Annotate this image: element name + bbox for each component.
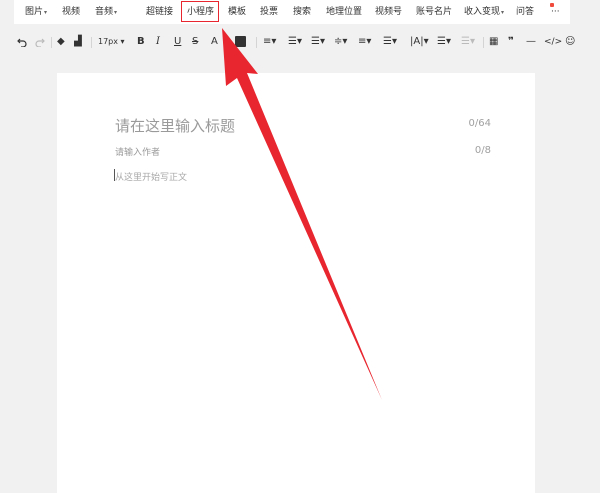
menu-item-vote[interactable]: 投票: [260, 5, 278, 19]
horizontal-rule-button[interactable]: —: [526, 35, 536, 49]
redo-icon[interactable]: [35, 37, 45, 47]
format-toolbar: ◆ ▟ 17px ▾ B I U S A ≡▾ ☰▾ ☰▾ ≑▾ ≡▾ ☰▾ |…: [0, 30, 600, 54]
eraser-icon[interactable]: ◆: [57, 35, 65, 49]
text-direction-icon[interactable]: |A|▾: [410, 35, 429, 49]
font-size-select[interactable]: 17px ▾: [98, 35, 125, 49]
quote-button[interactable]: ❞: [508, 35, 514, 49]
menu-item-channels[interactable]: 视频号: [375, 5, 402, 19]
menu-item-hyperlink[interactable]: 超链接: [146, 5, 173, 19]
menu-item-image[interactable]: 图片▾: [25, 5, 47, 19]
menu-item-qa[interactable]: 问答: [516, 5, 534, 19]
undo-icon[interactable]: [17, 37, 27, 47]
chevron-down-icon: ▾: [501, 9, 505, 16]
author-input[interactable]: 请输入作者: [115, 145, 160, 158]
toolbar-divider: [483, 37, 484, 48]
font-color-button[interactable]: A: [211, 35, 218, 49]
italic-button[interactable]: I: [156, 35, 160, 49]
list-icon[interactable]: ☰▾: [437, 35, 451, 49]
toolbar-divider: [51, 37, 52, 48]
background-color-icon[interactable]: [235, 36, 246, 47]
emoji-icon[interactable]: ☺: [565, 35, 575, 49]
title-input[interactable]: 请在这里输入标题: [115, 115, 235, 136]
menu-item-template[interactable]: 模板: [228, 5, 246, 19]
indent-icon[interactable]: ☰▾: [288, 35, 302, 49]
line-height-icon[interactable]: ≑▾: [334, 35, 347, 49]
chevron-down-icon: ▾: [44, 9, 48, 16]
bold-button[interactable]: B: [137, 35, 145, 49]
letter-spacing-icon[interactable]: ☰▾: [383, 35, 397, 49]
table-icon[interactable]: ▦: [489, 35, 498, 49]
author-char-count: 0/8: [474, 145, 491, 156]
menu-item-audio[interactable]: 音频▾: [95, 5, 117, 19]
menu-item-account-card[interactable]: 账号名片: [416, 5, 452, 19]
code-button[interactable]: </>: [544, 35, 562, 49]
toolbar-divider: [91, 37, 92, 48]
menu-item-monetize[interactable]: 收入变现▾: [464, 5, 504, 19]
underline-button[interactable]: U: [174, 35, 181, 49]
outdent-icon[interactable]: ☰▾: [311, 35, 325, 49]
editor-page: 请在这里输入标题 0/64 请输入作者 0/8 从这里开始写正文: [57, 73, 535, 493]
format-painter-icon[interactable]: ▟: [74, 35, 82, 49]
chevron-down-icon: ▾: [114, 9, 118, 16]
toolbar-divider: [256, 37, 257, 48]
insert-menu: 图片▾ 视频 音频▾ 超链接 小程序 模板 投票 搜索 地理位置 视频号 账号名…: [14, 0, 570, 24]
more-menu-button[interactable]: ···: [551, 5, 560, 19]
align-icon[interactable]: ≡▾: [263, 35, 276, 49]
title-char-count: 0/64: [468, 118, 491, 129]
highlight-box: [181, 1, 219, 22]
paragraph-spacing-icon[interactable]: ≡▾: [358, 35, 371, 49]
menu-item-search[interactable]: 搜索: [293, 5, 311, 19]
body-editor[interactable]: 从这里开始写正文: [115, 170, 187, 183]
menu-item-location[interactable]: 地理位置: [326, 5, 362, 19]
top-menu-bar: 图片▾ 视频 音频▾ 超链接 小程序 模板 投票 搜索 地理位置 视频号 账号名…: [0, 0, 600, 24]
strikethrough-button[interactable]: S: [192, 35, 198, 49]
menu-item-video[interactable]: 视频: [62, 5, 80, 19]
ordered-list-icon[interactable]: ☰▾: [461, 35, 475, 49]
